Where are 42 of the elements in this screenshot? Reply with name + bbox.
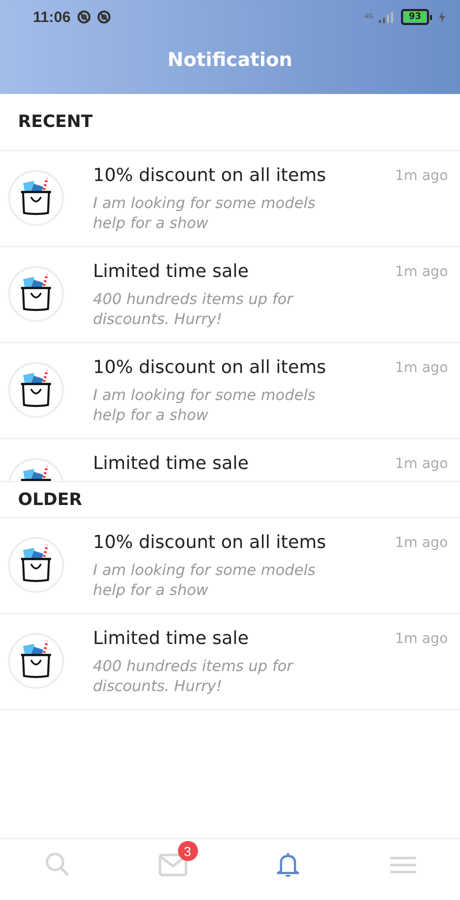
notification-item[interactable]: 10% discount on all items I am looking for some models help for a show 1m ago [0, 518, 460, 614]
notification-title: 10% discount on all items [93, 164, 327, 188]
notification-title: Limited time sale [93, 452, 250, 476]
notification-title: 10% discount on all items [93, 531, 327, 555]
unread-count-badge: 3 [178, 841, 198, 861]
notification-text: 400 hundreds items up for discounts. Hurry! [93, 289, 294, 329]
notification-item[interactable]: 10% discount on all items I am looking for some models help for a show 1m ago [0, 343, 460, 439]
shopping-bag-icon [8, 362, 64, 418]
notification-title: 10% discount on all items [93, 356, 327, 380]
search-icon [45, 852, 69, 876]
bell-icon [276, 852, 299, 877]
menu-icon [388, 856, 417, 874]
battery-icon: 93 [401, 9, 432, 25]
clock-time: 11:06 [33, 8, 71, 26]
timestamp: 1m ago [394, 630, 448, 649]
notification-text: I am looking for some models help for a show [93, 560, 316, 600]
nav-tab[interactable]: 3 [115, 839, 230, 900]
timestamp: 1m ago [394, 359, 448, 378]
notification-title: Limited time sale [93, 627, 250, 651]
timestamp: 1m ago [394, 167, 448, 186]
section-heading: OLDER [0, 482, 460, 518]
at-sign-icon [96, 10, 111, 24]
screen-title: Notification [168, 49, 292, 71]
notification-item[interactable]: Limited time sale 400 hundreds items up for discounts. Hurry! 1m ago [0, 614, 460, 710]
notification-text: 400 hundreds items up for discounts. Hurry! [93, 656, 294, 696]
timestamp: 1m ago [394, 455, 448, 474]
notification-text: I am looking for some models help for a show [93, 385, 316, 425]
notification-item[interactable]: Limited time sale 1m ago [0, 439, 460, 482]
charging-icon [438, 11, 446, 23]
signal-icon [379, 11, 395, 23]
shopping-bag-icon [8, 633, 64, 689]
notification-item[interactable]: 10% discount on all items I am looking for some models help for a show 1m ago [0, 151, 460, 247]
timestamp: 1m ago [394, 534, 448, 553]
shopping-bag-icon [8, 537, 64, 593]
notification-text: I am looking for some models help for a show [93, 193, 316, 233]
section-heading: RECENT [0, 94, 460, 151]
timestamp: 1m ago [394, 263, 448, 282]
shopping-bag-icon [8, 266, 64, 322]
notification-title: Limited time sale [93, 260, 250, 284]
at-sign-icon [76, 10, 91, 24]
notification-item[interactable]: Limited time sale 400 hundreds items up for discounts. Hurry! 1m ago [0, 247, 460, 343]
shopping-bag-icon [8, 170, 64, 226]
